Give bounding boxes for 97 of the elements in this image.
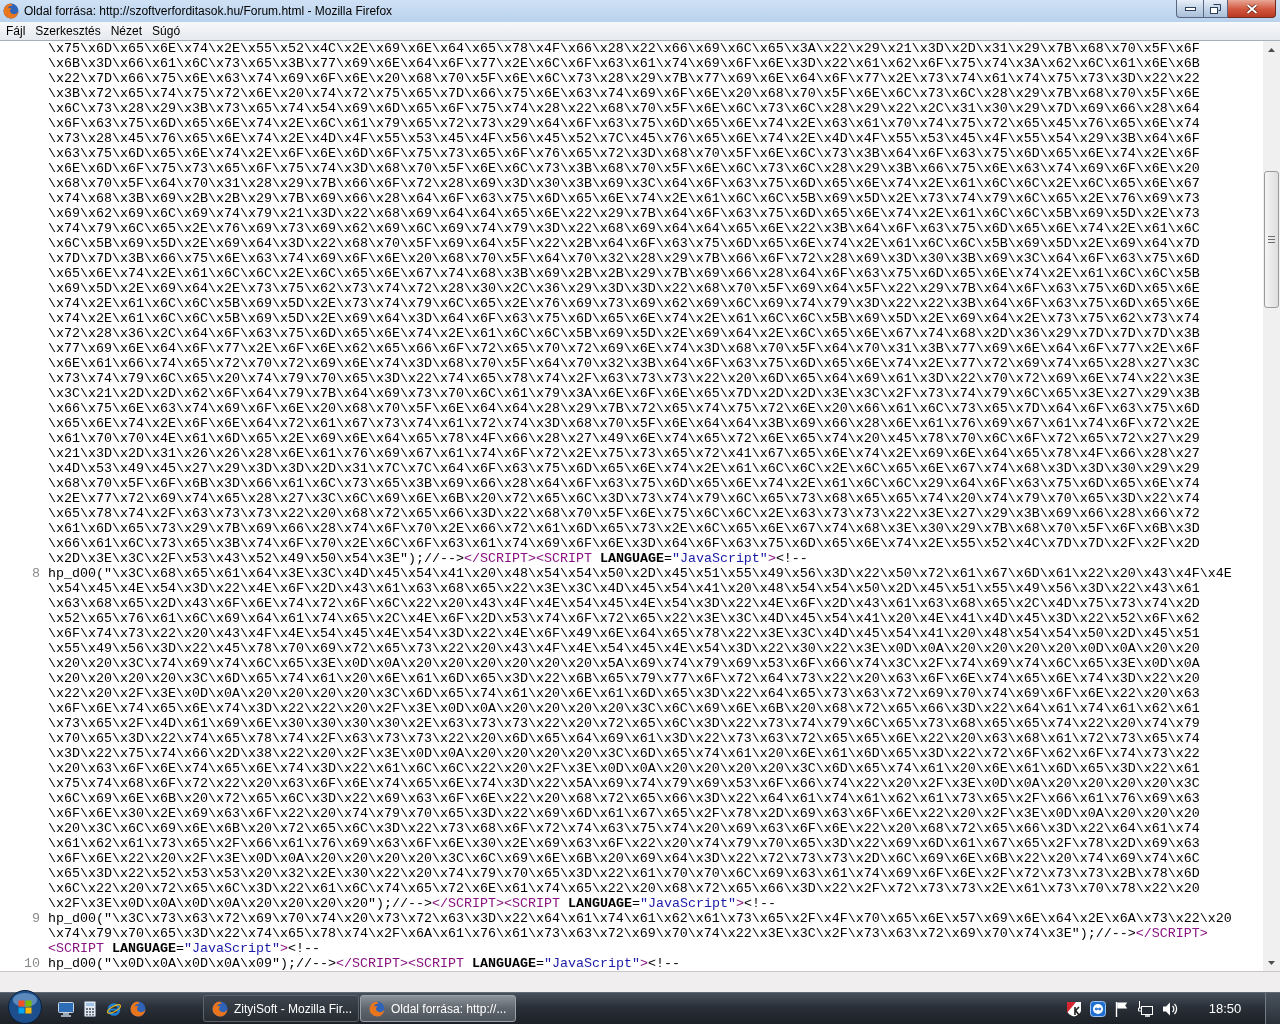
source-code-line: \x70\x65\x3D\x22\x74\x65\x78\x74\x2F\x63\x73\x73\x22\x20\x6D\x65\x64\x69\x61\x3D\x22\x73\x63\x72\x65\x65\x6E\x22\x20\x63\x68\x61\x72\x73\x65\x74	[48, 731, 1200, 746]
source-code-line: \x68\x70\x5F\x64\x70\x31\x28\x29\x7B\x66\x6F\x72\x28\x69\x3D\x30\x3B\x69\x3C\x64\x6F\x63\x75\x6D\x65\x6E\x74\x2E\x61\x6C\x6C\x2E\x6C\x65\x6E\x67	[48, 176, 1200, 191]
source-code-line: hp_d00("\x3C\x73\x63\x72\x69\x70\x74\x20\x73\x72\x63\x3D\x22\x64\x61\x74\x61\x62\x61\x73\x65\x2F\x4F\x70\x65\x6E\x57\x69\x6E\x64\x2E\x6A\x73\x22\x20	[48, 911, 1232, 926]
line-number: 8	[32, 566, 40, 581]
source-code-line: \x61\x70\x70\x4E\x61\x6D\x65\x2E\x69\x6E\x64\x65\x78\x4F\x66\x28\x27\x49\x6E\x74\x65\x72\x6E\x65\x74\x20\x45\x78\x70\x6C\x6F\x72\x65\x72\x27\x29	[48, 431, 1200, 446]
window-title: Oldal forrása: http://szoftverforditasok.hu/Forum.html - Mozilla Firefox	[24, 4, 393, 18]
globe-icon	[369, 1000, 385, 1017]
source-code-line: \x72\x28\x36\x2C\x64\x6F\x63\x75\x6D\x65\x6E\x74\x2E\x61\x6C\x6C\x5B\x69\x5D\x2E\x69\x64\x2E\x6C\x65\x6E\x67\x74\x68\x2D\x36\x29\x7D\x7D\x7D\x3B	[48, 326, 1200, 341]
source-code-line: \x3C\x21\x2D\x2D\x62\x6F\x64\x79\x7B\x64\x69\x73\x70\x6C\x61\x79\x3A\x6E\x6F\x6E\x65\x7D\x2D\x2D\x3E\x3C\x2F\x73\x74\x79\x6C\x65\x3E\x27\x29\x3B	[48, 386, 1200, 401]
source-code-line: \x2D\x3E\x3C\x2F\x53\x43\x52\x49\x50\x54\x3E");//--></SCRIPT><SCRIPT LANGUAGE="JavaScript"><!--	[48, 551, 808, 566]
source-code-line: \x6E\x61\x66\x74\x65\x72\x70\x72\x69\x6E\x74\x3D\x68\x70\x5F\x64\x70\x32\x3B\x64\x6F\x63\x75\x6D\x65\x6E\x74\x2E\x77\x72\x69\x74\x65\x28\x27\x3C	[48, 356, 1200, 371]
source-code-line: \x74\x2E\x61\x6C\x6C\x5B\x69\x5D\x2E\x69\x64\x3D\x64\x6F\x63\x75\x6D\x65\x6E\x74\x2E\x61\x6C\x6C\x5B\x69\x5D\x2E\x69\x64\x2E\x73\x75\x62\x73\x74	[48, 311, 1200, 326]
source-code-line: \x66\x75\x6E\x63\x74\x69\x6F\x6E\x20\x68\x70\x5F\x6E\x64\x64\x28\x29\x7B\x72\x65\x74\x75\x72\x6E\x20\x66\x61\x6C\x73\x65\x7D\x64\x6F\x63\x75\x6D	[48, 401, 1200, 416]
source-code-line: \x65\x3D\x22\x52\x53\x53\x20\x32\x2E\x30\x22\x20\x74\x79\x70\x65\x3D\x22\x61\x70\x70\x6C\x69\x63\x61\x74\x69\x6F\x6E\x2F\x72\x73\x73\x2B\x78\x6D	[48, 866, 1200, 881]
menu-item[interactable]: Szerkesztés	[30, 23, 106, 39]
source-code-line: \x74\x79\x6C\x65\x2E\x76\x69\x73\x69\x62\x69\x6C\x69\x74\x79\x3D\x22\x68\x69\x64\x64\x65\x6E\x22\x3B\x64\x6F\x63\x75\x6D\x65\x6E\x74\x2E\x61\x6C	[48, 221, 1200, 236]
source-code-line: \x73\x65\x2F\x4D\x61\x69\x6E\x30\x30\x30\x30\x2E\x63\x73\x73\x22\x20\x72\x65\x6C\x3D\x22\x73\x74\x79\x6C\x65\x73\x68\x65\x65\x74\x22\x20\x74\x79	[48, 716, 1200, 731]
source-code-line: \x21\x3D\x2D\x31\x26\x26\x28\x6E\x61\x76\x69\x67\x61\x74\x6F\x72\x2E\x75\x73\x65\x72\x41\x67\x65\x6E\x74\x2E\x69\x6E\x64\x65\x78\x4F\x66\x28\x27	[48, 446, 1200, 461]
source-code-line: \x61\x6D\x65\x73\x29\x7B\x69\x66\x28\x74\x6F\x70\x2E\x66\x72\x61\x6D\x65\x73\x2E\x6C\x65\x6E\x67\x74\x68\x3E\x30\x29\x7B\x68\x70\x5F\x6F\x6B\x3D	[48, 521, 1200, 536]
source-code-line: \x65\x78\x74\x2F\x63\x73\x73\x22\x20\x68\x72\x65\x66\x3D\x22\x68\x70\x5F\x6E\x75\x6C\x6C\x2E\x63\x73\x73\x22\x3E\x27\x29\x3B\x69\x66\x28\x66\x72	[48, 506, 1200, 521]
source-code-line: \x61\x62\x61\x73\x65\x2F\x66\x61\x76\x69\x63\x6F\x6E\x30\x2E\x69\x63\x6F\x22\x20\x74\x79\x70\x65\x3D\x22\x69\x6D\x61\x67\x65\x2F\x78\x2D\x69\x63	[48, 836, 1200, 851]
source-code-line: \x74\x2E\x61\x6C\x6C\x5B\x69\x5D\x2E\x73\x74\x79\x6C\x65\x2E\x76\x69\x73\x69\x62\x69\x6C\x69\x74\x79\x3D\x22\x22\x3B\x64\x6F\x63\x75\x6D\x65\x6E	[48, 296, 1200, 311]
taskbar-button[interactable]: ZityiSoft - Mozilla Fir...	[203, 995, 359, 1022]
source-code-line: \x6F\x6E\x74\x65\x6E\x74\x3D\x22\x22\x20\x2F\x3E\x0D\x0A\x20\x20\x20\x20\x3C\x6C\x69\x6E\x6B\x20\x68\x72\x65\x66\x3D\x22\x64\x61\x74\x61\x62\x61	[48, 701, 1200, 716]
source-code-line: \x7D\x7D\x3B\x66\x75\x6E\x63\x74\x69\x6F\x6E\x20\x68\x70\x5F\x64\x70\x32\x28\x29\x7B\x66\x6F\x72\x28\x69\x3D\x30\x3B\x69\x3C\x64\x6F\x63\x75\x6D	[48, 251, 1200, 266]
source-code-line: \x69\x62\x69\x6C\x69\x74\x79\x21\x3D\x22\x68\x69\x64\x64\x65\x6E\x22\x29\x7B\x64\x6F\x63\x75\x6D\x65\x6E\x74\x2E\x61\x6C\x6C\x5B\x69\x5D\x2E\x73	[48, 206, 1200, 221]
source-code-line: \x55\x49\x56\x3D\x22\x45\x78\x70\x69\x72\x65\x73\x22\x20\x43\x4F\x4E\x54\x45\x4E\x54\x3D\x22\x30\x22\x3E\x0D\x0A\x20\x20\x20\x20\x0D\x0A\x20\x20	[48, 641, 1200, 656]
source-code-line: \x63\x75\x6D\x65\x6E\x74\x2E\x6F\x6E\x6D\x6F\x75\x73\x65\x6F\x76\x65\x72\x3D\x68\x70\x5F\x6E\x6C\x73\x3B\x64\x6F\x63\x75\x6D\x65\x6E\x74\x2E\x6F	[48, 146, 1200, 161]
source-code-line: \x75\x6D\x65\x6E\x74\x2E\x55\x52\x4C\x2E\x69\x6E\x64\x65\x78\x4F\x66\x28\x22\x66\x69\x6C\x65\x3A\x22\x29\x21\x3D\x2D\x31\x29\x7B\x68\x70\x5F\x6F	[48, 41, 1200, 56]
source-code-line: \x3B\x72\x65\x74\x75\x72\x6E\x20\x74\x72\x75\x65\x7D\x66\x75\x6E\x63\x74\x69\x6F\x6E\x20\x68\x70\x5F\x6E\x6C\x73\x6C\x28\x29\x7B\x68\x70\x5F\x6E	[48, 86, 1200, 101]
start-button[interactable]	[8, 990, 42, 1024]
source-code-line: \x20\x20\x3C\x74\x69\x74\x6C\x65\x3E\x0D\x0A\x20\x20\x20\x20\x20\x20\x5A\x69\x74\x79\x69\x53\x6F\x66\x74\x3C\x2F\x74\x69\x74\x6C\x65\x3E\x0D\x0A	[48, 656, 1200, 671]
source-code-line: \x73\x74\x79\x6C\x65\x20\x74\x79\x70\x65\x3D\x22\x74\x65\x78\x74\x2F\x63\x73\x73\x22\x20\x6D\x65\x64\x69\x61\x3D\x22\x70\x72\x69\x6E\x74\x22\x3E	[48, 371, 1200, 386]
source-code-line: \x66\x61\x6C\x73\x65\x3B\x74\x6F\x70\x2E\x6C\x6F\x63\x61\x74\x69\x6F\x6E\x3D\x64\x6F\x63\x75\x6D\x65\x6E\x74\x2E\x55\x52\x4C\x7D\x7D\x2F\x2F\x2D	[48, 536, 1200, 551]
restore-icon	[1210, 3, 1221, 14]
line-number: 10	[24, 956, 40, 971]
source-code-line: \x73\x28\x45\x76\x65\x6E\x74\x2E\x4D\x4F\x55\x53\x45\x4F\x56\x45\x52\x7C\x45\x76\x65\x6E\x74\x2E\x4D\x4F\x55\x53\x45\x4F\x55\x54\x29\x3B\x64\x6F	[48, 131, 1200, 146]
source-code-line: \x74\x68\x3B\x69\x2B\x2B\x29\x7B\x69\x66\x28\x64\x6F\x63\x75\x6D\x65\x6E\x74\x2E\x61\x6C\x6C\x5B\x69\x5D\x2E\x73\x74\x79\x6C\x65\x2E\x76\x69\x73	[48, 191, 1200, 206]
source-code-line: \x6F\x74\x73\x22\x20\x43\x4F\x4E\x54\x45\x4E\x54\x3D\x22\x4E\x6F\x49\x6E\x64\x65\x78\x22\x3E\x3C\x4D\x45\x54\x41\x20\x48\x54\x54\x50\x2D\x45\x51	[48, 626, 1200, 641]
grip-lines-icon	[1268, 236, 1275, 243]
source-code-line: \x20\x63\x6F\x6E\x74\x65\x6E\x74\x3D\x22\x61\x6C\x6C\x22\x20\x2F\x3E\x0D\x0A\x20\x20\x20\x20\x3C\x6D\x65\x74\x61\x20\x6E\x61\x6D\x65\x3D\x22\x61	[48, 761, 1200, 776]
source-code-line: \x6C\x73\x28\x29\x3B\x73\x65\x74\x54\x69\x6D\x65\x6F\x75\x74\x28\x22\x68\x70\x5F\x6E\x6C\x73\x6C\x28\x29\x22\x2C\x31\x30\x29\x7D\x69\x66\x28\x64	[48, 101, 1200, 116]
source-code-line: \x20\x3C\x6C\x69\x6E\x6B\x20\x72\x65\x6C\x3D\x22\x73\x68\x6F\x72\x74\x63\x75\x74\x20\x69\x63\x6F\x6E\x22\x20\x68\x72\x65\x66\x3D\x22\x64\x61\x74	[48, 821, 1200, 836]
source-code-line: \x20\x20\x20\x20\x3C\x6D\x65\x74\x61\x20\x6E\x61\x6D\x65\x3D\x22\x6B\x65\x79\x77\x6F\x72\x64\x73\x22\x20\x63\x6F\x6E\x74\x65\x6E\x74\x3D\x22\x20	[48, 671, 1200, 686]
minimize-button[interactable]	[1176, 0, 1203, 18]
clock-text[interactable]: 18:50	[1197, 1001, 1253, 1016]
globe-icon	[3, 3, 19, 19]
source-code-line: \x6F\x6E\x30\x2E\x69\x63\x6F\x22\x20\x74\x79\x70\x65\x3D\x22\x69\x6D\x61\x67\x65\x2F\x78\x2D\x69\x63\x6F\x6E\x22\x20\x2F\x3E\x0D\x0A\x20\x20\x20	[48, 806, 1200, 821]
source-code-line: \x68\x70\x5F\x6F\x6B\x3D\x66\x61\x6C\x73\x65\x3B\x69\x66\x28\x64\x6F\x63\x75\x6D\x65\x6E\x74\x2E\x61\x6C\x6C\x29\x64\x6F\x63\x75\x6D\x65\x6E\x74	[48, 476, 1200, 491]
shield-icon[interactable]	[1066, 1000, 1082, 1017]
calculator-icon[interactable]	[82, 1000, 98, 1017]
source-code-line: \x6F\x6E\x22\x20\x2F\x3E\x0D\x0A\x20\x20\x20\x20\x3C\x6C\x69\x6E\x6B\x20\x69\x64\x3D\x22\x72\x73\x73\x2D\x6C\x69\x6E\x6B\x22\x20\x74\x69\x74\x6C	[48, 851, 1200, 866]
close-icon	[1245, 3, 1258, 14]
scrollbar-thumb[interactable]	[1264, 171, 1279, 308]
source-code-line: \x54\x45\x4E\x54\x3D\x22\x4E\x6F\x2D\x43\x61\x63\x68\x65\x22\x3E\x3C\x4D\x45\x54\x41\x20\x48\x54\x54\x50\x2D\x45\x51\x55\x49\x56\x3D\x22\x43\x61	[48, 581, 1200, 596]
source-code-line: hp_d00("\x3C\x68\x65\x61\x64\x3E\x3C\x4D\x45\x54\x41\x20\x48\x54\x54\x50\x2D\x45\x51\x55\x49\x56\x3D\x22\x50\x72\x61\x67\x6D\x61\x22\x20\x43\x4F\x4E	[48, 566, 1232, 581]
down-arrow-icon	[1268, 960, 1275, 965]
source-code-line: \x77\x69\x6E\x64\x6F\x77\x2E\x6F\x6E\x62\x65\x66\x6F\x72\x65\x70\x72\x69\x6E\x74\x3D\x68\x70\x5F\x64\x70\x31\x3B\x77\x69\x6E\x64\x6F\x77\x2E\x6F	[48, 341, 1200, 356]
restore-button[interactable]	[1203, 0, 1228, 18]
source-code-line: hp_d00("\x0D\x0A\x0D\x0A\x09");//--></SCRIPT><SCRIPT LANGUAGE="JavaScript"><!--	[48, 956, 680, 971]
source-code-line: \x3D\x22\x75\x74\x66\x2D\x38\x22\x20\x2F\x3E\x0D\x0A\x20\x20\x20\x20\x3C\x6D\x65\x74\x61\x20\x6E\x61\x6D\x65\x3D\x22\x72\x6F\x62\x6F\x74\x73\x22	[48, 746, 1200, 761]
source-code-line: \x6C\x5B\x69\x5D\x2E\x69\x64\x3D\x22\x68\x70\x5F\x69\x64\x5F\x22\x2B\x64\x6F\x63\x75\x6D\x65\x6E\x74\x2E\x61\x6C\x6C\x5B\x69\x5D\x2E\x69\x64\x7D	[48, 236, 1200, 251]
menu-item[interactable]: Fájl	[1, 23, 31, 39]
source-code-line: \x4D\x53\x49\x45\x27\x29\x3D\x3D\x2D\x31\x7C\x7C\x64\x6F\x63\x75\x6D\x65\x6E\x74\x2E\x61\x6C\x6C\x2E\x6C\x65\x6E\x67\x74\x68\x3D\x3D\x30\x29\x29	[48, 461, 1200, 476]
close-button[interactable]	[1228, 0, 1276, 18]
up-arrow-icon	[1268, 47, 1275, 52]
speaker-icon[interactable]	[1162, 1000, 1178, 1017]
source-code-line: \x65\x6E\x74\x2E\x6F\x6E\x64\x72\x61\x67\x73\x74\x61\x72\x74\x3D\x68\x70\x5F\x6E\x64\x64\x3B\x69\x66\x28\x6E\x61\x76\x69\x67\x61\x74\x6F\x72\x2E	[48, 416, 1200, 431]
e-globe-icon[interactable]	[106, 1000, 122, 1017]
source-code-line: \x2E\x77\x72\x69\x74\x65\x28\x27\x3C\x6C\x69\x6E\x6B\x20\x72\x65\x6C\x3D\x73\x74\x79\x6C\x65\x73\x68\x65\x65\x74\x20\x74\x79\x70\x65\x3D\x22\x74	[48, 491, 1200, 506]
show-desktop-button[interactable]	[1265, 993, 1280, 1024]
network-icon[interactable]	[1138, 1000, 1154, 1017]
double-arrow-icon[interactable]	[1090, 1000, 1106, 1017]
desktop-icon[interactable]	[58, 1000, 74, 1017]
source-code-line: \x6C\x69\x6E\x6B\x20\x72\x65\x6C\x3D\x22\x69\x63\x6F\x6E\x22\x20\x68\x72\x65\x66\x3D\x22\x64\x61\x74\x61\x62\x61\x73\x65\x2F\x66\x61\x76\x69\x63	[48, 791, 1200, 806]
globe-icon	[212, 1000, 228, 1017]
flag-icon[interactable]	[1114, 1000, 1130, 1017]
minimize-icon	[1184, 6, 1196, 11]
source-code-line: \x75\x74\x68\x6F\x72\x22\x20\x63\x6F\x6E\x74\x65\x6E\x74\x3D\x22\x5A\x69\x74\x79\x69\x53\x6F\x66\x74\x22\x20\x2F\x3E\x0D\x0A\x20\x20\x20\x20\x3C	[48, 776, 1200, 791]
source-code-line: \x22\x7D\x66\x75\x6E\x63\x74\x69\x6F\x6E\x20\x68\x70\x5F\x6E\x6C\x73\x28\x29\x7B\x77\x69\x6E\x64\x6F\x77\x2E\x73\x74\x61\x74\x75\x73\x3D\x22\x22	[48, 71, 1200, 86]
menu-item[interactable]: Nézet	[105, 23, 148, 39]
globe-icon[interactable]	[130, 1000, 146, 1017]
source-code-line: \x65\x6E\x74\x2E\x61\x6C\x6C\x2E\x6C\x65\x6E\x67\x74\x68\x3B\x69\x2B\x2B\x29\x7B\x69\x66\x28\x64\x6F\x63\x75\x6D\x65\x6E\x74\x2E\x61\x6C\x6C\x5B	[48, 266, 1200, 281]
taskbar-button[interactable]: Oldal forrása: http://...	[360, 995, 516, 1022]
line-number: 9	[32, 911, 40, 926]
source-code-line: \x6F\x63\x75\x6D\x65\x6E\x74\x2E\x6C\x61\x79\x65\x72\x73\x29\x64\x6F\x63\x75\x6D\x65\x6E\x74\x2E\x63\x61\x70\x74\x75\x72\x65\x45\x76\x65\x6E\x74	[48, 116, 1200, 131]
source-code-line: \x63\x68\x65\x2D\x43\x6F\x6E\x74\x72\x6F\x6C\x22\x20\x43\x4F\x4E\x54\x45\x4E\x54\x3D\x22\x4E\x6F\x2D\x43\x61\x63\x68\x65\x2C\x4D\x75\x73\x74\x2D	[48, 596, 1200, 611]
source-code-line: \x6E\x6D\x6F\x75\x73\x65\x6F\x75\x74\x3D\x68\x70\x5F\x6E\x6C\x73\x3B\x68\x70\x5F\x6E\x6C\x73\x6C\x28\x29\x3B\x66\x75\x6E\x63\x74\x69\x6F\x6E\x20	[48, 161, 1200, 176]
source-code-line: \x52\x65\x76\x61\x6C\x69\x64\x61\x74\x65\x2C\x4E\x6F\x2D\x53\x74\x6F\x72\x65\x22\x3E\x3C\x4D\x45\x54\x41\x20\x4E\x41\x4D\x45\x3D\x22\x52\x6F\x62	[48, 611, 1200, 626]
source-code-line: \x22\x20\x2F\x3E\x0D\x0A\x20\x20\x20\x20\x3C\x6D\x65\x74\x61\x20\x6E\x61\x6D\x65\x3D\x22\x64\x65\x73\x63\x72\x69\x70\x74\x69\x6F\x6E\x22\x20\x63	[48, 686, 1200, 701]
source-code-line: \x6B\x3D\x66\x61\x6C\x73\x65\x3B\x77\x69\x6E\x64\x6F\x77\x2E\x6C\x6F\x63\x61\x74\x69\x6F\x6E\x3D\x22\x61\x62\x6F\x75\x74\x3A\x62\x6C\x61\x6E\x6B	[48, 56, 1200, 71]
source-code-line: \x69\x5D\x2E\x69\x64\x2E\x73\x75\x62\x73\x74\x72\x28\x30\x2C\x36\x29\x3D\x3D\x22\x68\x70\x5F\x69\x64\x5F\x22\x29\x7B\x64\x6F\x63\x75\x6D\x65\x6E	[48, 281, 1200, 296]
source-code-line: \x2F\x3E\x0D\x0A\x0D\x0A\x20\x20\x20\x20");//--></SCRIPT><SCRIPT LANGUAGE="JavaScript"><!--	[48, 896, 776, 911]
source-code-line: <SCRIPT LANGUAGE="JavaScript"><!--	[48, 941, 320, 956]
source-code-line: \x6C\x22\x20\x72\x65\x6C\x3D\x22\x61\x6C\x74\x65\x72\x6E\x61\x74\x65\x22\x20\x68\x72\x65\x66\x3D\x22\x2F\x72\x73\x73\x2E\x61\x73\x70\x78\x22\x20	[48, 881, 1200, 896]
source-code-line: \x74\x79\x70\x65\x3D\x22\x74\x65\x78\x74\x2F\x6A\x61\x76\x61\x73\x63\x72\x69\x70\x74\x22\x3E\x3C\x2F\x73\x63\x72\x69\x70\x74\x3E");//--></SCRIPT>	[48, 926, 1208, 941]
menu-item[interactable]: Súgó	[147, 23, 186, 39]
